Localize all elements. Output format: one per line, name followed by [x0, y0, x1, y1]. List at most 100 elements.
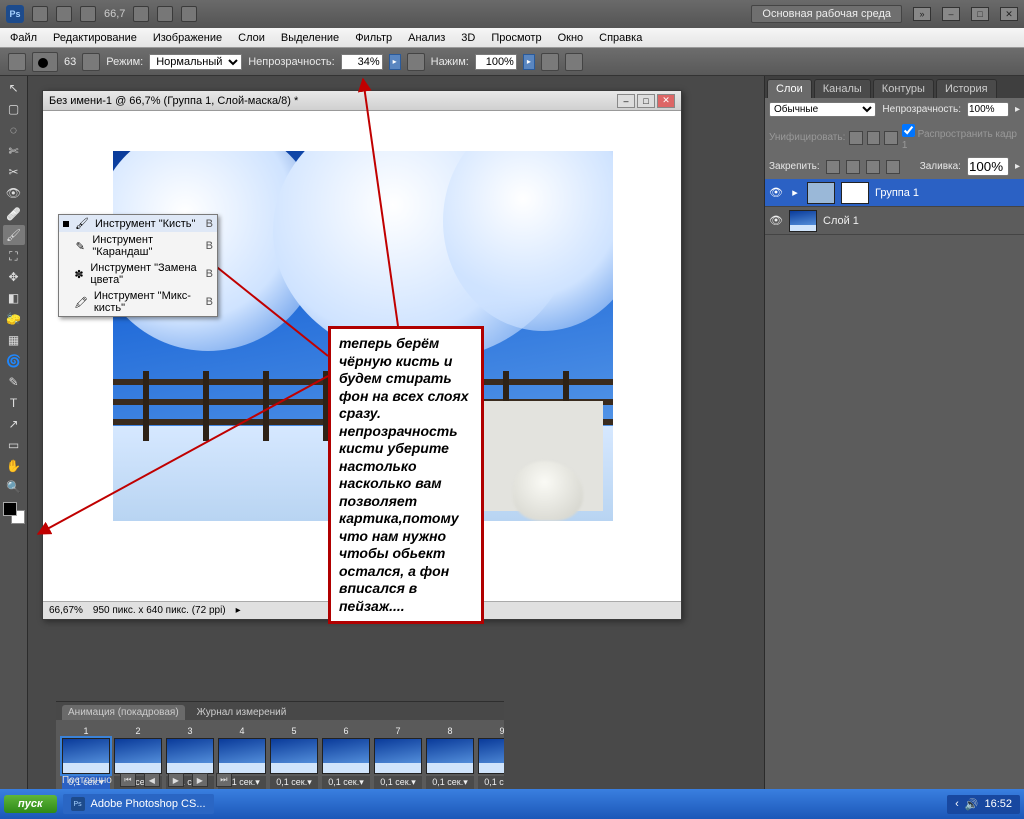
brush-preview[interactable] [32, 52, 58, 72]
panel-tab[interactable]: Каналы [814, 79, 871, 98]
loop-mode[interactable]: Постоянно [62, 775, 112, 786]
tool-16[interactable]: ↗ [3, 414, 25, 434]
viewextras-icon[interactable] [80, 6, 96, 22]
start-button[interactable]: пуск [4, 795, 57, 813]
menu-анализ[interactable]: Анализ [402, 30, 451, 46]
menu-просмотр[interactable]: Просмотр [485, 30, 547, 46]
anim-frame[interactable]: 90,1 сек.▾ [478, 726, 504, 789]
bridge-icon[interactable] [32, 6, 48, 22]
menu-3d[interactable]: 3D [455, 30, 481, 46]
tool-14[interactable]: ✎ [3, 372, 25, 392]
fill-input[interactable] [967, 157, 1009, 176]
minibridge-icon[interactable] [56, 6, 72, 22]
tablet-pressure-icon[interactable] [565, 53, 583, 71]
close-button[interactable]: ✕ [1000, 7, 1018, 21]
lock-pixels-icon[interactable] [846, 160, 860, 174]
play-button[interactable]: ▶ [168, 773, 184, 787]
last-frame-button[interactable]: ⏭ [216, 773, 232, 787]
unify-position-icon[interactable] [849, 131, 862, 145]
arrange-icon[interactable] [157, 6, 173, 22]
layer-name[interactable]: Слой 1 [823, 215, 1020, 227]
anim-frame[interactable]: 50,1 сек.▾ [270, 726, 318, 789]
tool-3[interactable]: ✄ [3, 141, 25, 161]
tool-10[interactable]: ◧ [3, 288, 25, 308]
zoom-readout[interactable]: 66,7 [104, 8, 125, 20]
menu-редактирование[interactable]: Редактирование [47, 30, 143, 46]
tool-5[interactable]: 👁 [3, 183, 25, 203]
fill-chevron-icon[interactable]: ▸ [1015, 161, 1020, 172]
panel-tab[interactable]: История [936, 79, 997, 98]
minimize-button[interactable]: – [942, 7, 960, 21]
layer-opacity-input[interactable] [967, 102, 1009, 117]
menu-слои[interactable]: Слои [232, 30, 271, 46]
opacity-chevron-icon[interactable]: ▸ [1015, 104, 1020, 115]
tool-4[interactable]: ✂ [3, 162, 25, 182]
status-arrow-icon[interactable]: ▸ [236, 605, 241, 616]
layer-mask-thumb[interactable] [841, 182, 869, 204]
tool-7[interactable]: 🖌 [3, 225, 25, 245]
frame-duration[interactable]: 0,1 сек.▾ [478, 776, 504, 789]
tool-13[interactable]: 🌀 [3, 351, 25, 371]
tool-0[interactable]: ↖ [3, 78, 25, 98]
hand-icon[interactable] [133, 6, 149, 22]
folder-chevron-icon[interactable]: ▸ [789, 186, 801, 199]
tool-6[interactable]: 🩹 [3, 204, 25, 224]
anim-frame[interactable]: 70,1 сек.▾ [374, 726, 422, 789]
menu-справка[interactable]: Справка [593, 30, 648, 46]
menu-изображение[interactable]: Изображение [147, 30, 228, 46]
brush-panel-icon[interactable] [82, 53, 100, 71]
flyout-item[interactable]: 🖍Инструмент "Микс-кисть"B [59, 288, 217, 316]
flyout-item[interactable]: 🖌Инструмент "Кисть"B [59, 215, 217, 232]
opacity-arrow-icon[interactable]: ▸ [389, 54, 401, 70]
blend-mode-select[interactable]: Нормальный [149, 54, 242, 70]
frame-duration[interactable]: 0,1 сек.▾ [426, 776, 474, 789]
flow-input[interactable] [475, 54, 517, 70]
taskbar-app[interactable]: Ps Adobe Photoshop CS... [63, 794, 214, 814]
airbrush-icon[interactable] [541, 53, 559, 71]
tool-19[interactable]: 🔍 [3, 477, 25, 497]
screenmode-icon[interactable] [181, 6, 197, 22]
doc-zoom[interactable]: 66,67% [49, 605, 83, 616]
unify-visibility-icon[interactable] [867, 131, 880, 145]
anim-frame[interactable]: 80,1 сек.▾ [426, 726, 474, 789]
tool-15[interactable]: T [3, 393, 25, 413]
maximize-button[interactable]: □ [971, 7, 989, 21]
layer-row[interactable]: 👁 ▸ Группа 1 [765, 179, 1024, 207]
flyout-item[interactable]: ✽Инструмент "Замена цвета"B [59, 260, 217, 288]
layer-thumb[interactable] [789, 210, 817, 232]
doc-minimize-button[interactable]: – [617, 94, 635, 108]
frame-duration[interactable]: 0,1 сек.▾ [374, 776, 422, 789]
flow-arrow-icon[interactable]: ▸ [523, 54, 535, 70]
tool-8[interactable]: ⛶ [3, 246, 25, 266]
doc-maximize-button[interactable]: □ [637, 94, 655, 108]
propagate-checkbox[interactable] [902, 124, 915, 137]
panel-tab[interactable]: Контуры [873, 79, 934, 98]
anim-tab[interactable]: Журнал измерений [191, 705, 293, 720]
document-titlebar[interactable]: Без имени-1 @ 66,7% (Группа 1, Слой-маск… [43, 91, 681, 111]
layer-blend-select[interactable]: Обычные [769, 102, 876, 117]
system-tray[interactable]: ‹ 🔊 16:52 [947, 795, 1020, 814]
menu-выделение[interactable]: Выделение [275, 30, 345, 46]
layer-name[interactable]: Группа 1 [875, 187, 1020, 199]
prev-frame-button[interactable]: ◀ [144, 773, 160, 787]
tool-9[interactable]: ✥ [3, 267, 25, 287]
collapse-icon[interactable]: » [913, 7, 931, 21]
next-frame-button[interactable]: ▶ [192, 773, 208, 787]
doc-close-button[interactable]: ✕ [657, 94, 675, 108]
panel-tab[interactable]: Слои [767, 79, 812, 98]
tool-1[interactable]: ▢ [3, 99, 25, 119]
brush-tool-flyout[interactable]: 🖌Инструмент "Кисть"B✎Инструмент "Каранда… [58, 214, 218, 317]
tool-preset-icon[interactable] [8, 53, 26, 71]
tool-11[interactable]: 🧽 [3, 309, 25, 329]
first-frame-button[interactable]: ⏮ [120, 773, 136, 787]
visibility-icon[interactable]: 👁 [769, 214, 783, 227]
menu-файл[interactable]: Файл [4, 30, 43, 46]
foreground-color[interactable] [3, 502, 17, 516]
unify-style-icon[interactable] [884, 131, 897, 145]
opacity-input[interactable] [341, 54, 383, 70]
visibility-icon[interactable]: 👁 [769, 186, 783, 199]
menu-фильтр[interactable]: Фильтр [349, 30, 398, 46]
lock-all-icon[interactable] [886, 160, 900, 174]
opacity-pressure-icon[interactable] [407, 53, 425, 71]
tool-12[interactable]: ▦ [3, 330, 25, 350]
